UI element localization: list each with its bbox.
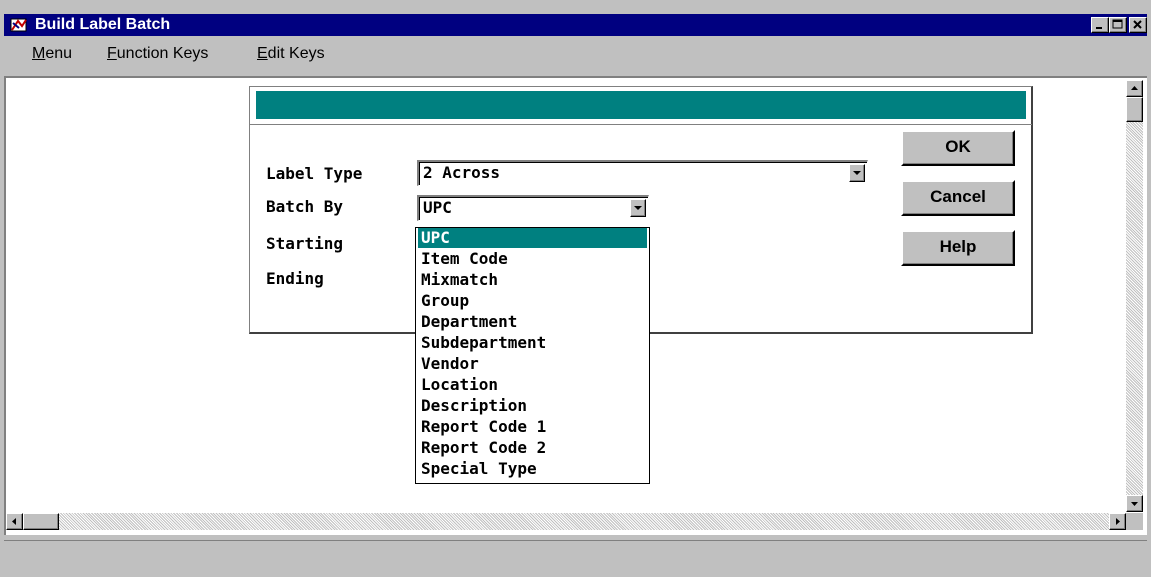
scroll-up-button[interactable] bbox=[1126, 80, 1143, 97]
chevron-down-icon bbox=[634, 206, 642, 210]
dropdown-option-upc[interactable]: UPC bbox=[418, 228, 647, 248]
dropdown-option-vendor[interactable]: Vendor bbox=[418, 354, 647, 374]
minimize-icon bbox=[1096, 27, 1102, 29]
batch-by-value: UPC bbox=[423, 198, 452, 217]
scrollbar-corner bbox=[1126, 513, 1143, 530]
horizontal-scroll-thumb[interactable] bbox=[23, 513, 59, 530]
dropdown-option-item-code[interactable]: Item Code bbox=[418, 249, 647, 269]
menu-bar: Menu Function Keys Edit Keys bbox=[4, 38, 1147, 72]
dropdown-option-location[interactable]: Location bbox=[418, 375, 647, 395]
batch-by-label: Batch By bbox=[266, 197, 344, 216]
arrow-down-icon bbox=[1131, 502, 1138, 506]
scroll-down-button[interactable] bbox=[1126, 495, 1143, 512]
horizontal-scrollbar[interactable] bbox=[6, 513, 1126, 530]
vertical-scroll-thumb[interactable] bbox=[1126, 97, 1143, 122]
minimize-button[interactable] bbox=[1091, 17, 1109, 33]
menu-accel: M bbox=[32, 45, 46, 62]
dropdown-option-group[interactable]: Group bbox=[418, 291, 647, 311]
maximize-button[interactable] bbox=[1109, 17, 1127, 33]
label-type-label: Label Type bbox=[266, 164, 363, 183]
dialog-divider bbox=[250, 124, 1032, 125]
cancel-button[interactable]: Cancel bbox=[901, 180, 1015, 216]
dropdown-option-description[interactable]: Description bbox=[418, 396, 647, 416]
scroll-right-button[interactable] bbox=[1109, 513, 1126, 530]
menu-accel: F bbox=[107, 45, 117, 62]
app-window: Build Label Batch Menu Function Keys Edi… bbox=[0, 0, 1151, 577]
close-button[interactable] bbox=[1129, 17, 1147, 33]
batch-by-dropdown-list[interactable]: UPC Item Code Mixmatch Group Department … bbox=[415, 227, 650, 484]
dropdown-option-subdepartment[interactable]: Subdepartment bbox=[418, 333, 647, 353]
menu-label: enu bbox=[45, 45, 73, 62]
starting-label: Starting bbox=[266, 234, 344, 253]
status-bar bbox=[4, 540, 1147, 573]
title-bar[interactable]: Build Label Batch bbox=[4, 14, 1147, 36]
chevron-down-icon bbox=[853, 171, 861, 175]
menu-accel: E bbox=[257, 45, 268, 62]
dialog-header bbox=[256, 91, 1026, 119]
app-icon[interactable] bbox=[10, 17, 28, 33]
scroll-left-button[interactable] bbox=[6, 513, 23, 530]
label-type-select[interactable]: 2 Across bbox=[417, 160, 868, 186]
menu-item-function-keys[interactable]: Function Keys bbox=[107, 44, 208, 64]
dropdown-option-department[interactable]: Department bbox=[418, 312, 647, 332]
batch-by-select[interactable]: UPC bbox=[417, 195, 649, 221]
menu-item-menu[interactable]: Menu bbox=[32, 44, 72, 64]
label-type-dropdown-button[interactable] bbox=[849, 164, 865, 182]
arrow-right-icon bbox=[1116, 518, 1120, 525]
label-type-value: 2 Across bbox=[423, 163, 501, 182]
ok-button[interactable]: OK bbox=[901, 130, 1015, 166]
ending-label: Ending bbox=[266, 269, 324, 288]
menu-item-edit-keys[interactable]: Edit Keys bbox=[257, 44, 325, 64]
menu-label: unction Keys bbox=[116, 45, 209, 62]
help-button[interactable]: Help bbox=[901, 230, 1015, 266]
window-title: Build Label Batch bbox=[35, 16, 171, 33]
vertical-scrollbar[interactable] bbox=[1126, 80, 1143, 512]
menu-label: dit Keys bbox=[267, 45, 325, 62]
maximize-icon bbox=[1112, 19, 1123, 29]
dropdown-option-report-code-1[interactable]: Report Code 1 bbox=[418, 417, 647, 437]
dropdown-option-special-type[interactable]: Special Type bbox=[418, 459, 647, 479]
batch-by-dropdown-button[interactable] bbox=[630, 199, 646, 217]
dropdown-option-report-code-2[interactable]: Report Code 2 bbox=[418, 438, 647, 458]
close-icon bbox=[1133, 20, 1142, 29]
arrow-left-icon bbox=[12, 518, 16, 525]
dropdown-option-mixmatch[interactable]: Mixmatch bbox=[418, 270, 647, 290]
arrow-up-icon bbox=[1131, 86, 1138, 90]
